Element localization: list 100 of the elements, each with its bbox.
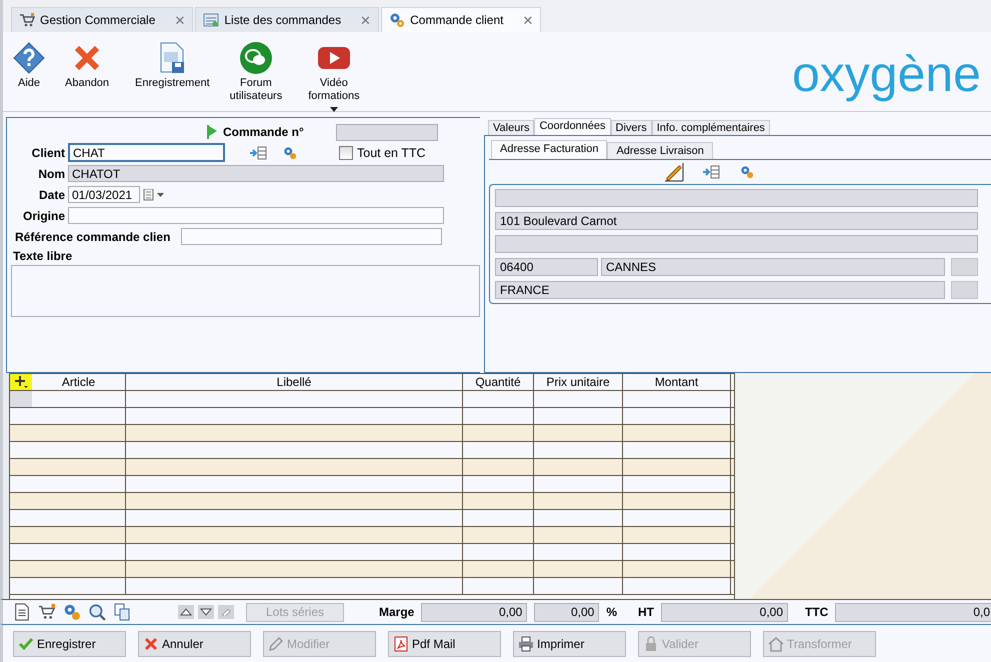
gears-icon[interactable] — [63, 603, 81, 621]
table-row[interactable] — [10, 510, 734, 527]
details-tab[interactable]: Valeurs — [488, 120, 534, 135]
ht-total-field[interactable]: 0,00 — [661, 602, 788, 622]
lock-icon — [643, 636, 659, 652]
city-field[interactable]: CANNES — [601, 258, 945, 276]
name-field[interactable]: CHATOT — [68, 165, 444, 182]
button-label: Enregistrement — [135, 77, 210, 90]
toolbar-button[interactable]: Abandon — [65, 42, 110, 90]
details-tab[interactable]: Coordonnées — [534, 118, 611, 135]
pdf-icon — [393, 636, 409, 652]
document-icon[interactable] — [13, 603, 31, 621]
chat-bubbles-icon — [240, 42, 272, 74]
document-tab[interactable]: Liste des commandes ✕ — [195, 7, 380, 32]
cross-icon — [143, 636, 159, 652]
table-row[interactable] — [10, 408, 734, 425]
button-label: Vidéo — [320, 77, 348, 90]
close-icon[interactable]: ✕ — [174, 12, 186, 28]
table-row[interactable] — [10, 391, 734, 408]
close-icon[interactable]: ✕ — [522, 12, 534, 28]
address-field[interactable] — [495, 189, 978, 207]
ttc-label: TTC — [805, 605, 828, 619]
postcode-field[interactable]: 06400 — [495, 258, 598, 276]
logo: oxygène — [792, 46, 981, 102]
percent-sign: % — [606, 605, 618, 619]
date-field[interactable]: 01/03/2021 — [68, 186, 140, 203]
column-header[interactable]: Article — [32, 374, 126, 390]
calendar-dropdown-icon[interactable] — [143, 188, 165, 200]
table-row[interactable] — [10, 476, 734, 493]
document-tab[interactable]: Gestion Commerciale ✕ — [11, 7, 194, 32]
toolbar-button[interactable]: Vidéo formations — [308, 42, 360, 112]
country-field[interactable]: FRANCE — [495, 281, 945, 299]
action-button[interactable]: Imprimer — [513, 630, 626, 656]
list-icon — [203, 12, 220, 28]
address-tab[interactable]: Adresse Livraison — [607, 142, 713, 159]
move-up-button[interactable] — [178, 605, 194, 619]
checkbox[interactable] — [339, 146, 353, 160]
address-field[interactable] — [495, 235, 978, 253]
column-header[interactable]: Prix unitaire — [534, 374, 623, 390]
action-button[interactable]: Pdf Mail — [388, 630, 501, 656]
ttc-total-field[interactable]: 0,0 — [835, 602, 991, 622]
button-label: formations — [308, 90, 360, 103]
tab-label: Liste des commandes — [224, 13, 342, 27]
margin-field[interactable]: 0,00 — [421, 602, 528, 622]
table-row[interactable] — [10, 459, 734, 476]
column-header[interactable]: Libellé — [126, 374, 463, 390]
details-tab[interactable]: Divers — [610, 120, 652, 135]
eraser-button[interactable] — [218, 605, 234, 619]
table-row[interactable] — [10, 561, 734, 578]
button-label: utilisateurs — [230, 90, 282, 103]
table-row[interactable] — [10, 527, 734, 544]
list-arrow-icon[interactable] — [702, 165, 720, 179]
table-row[interactable] — [10, 544, 734, 561]
column-header[interactable]: Montant — [623, 374, 731, 390]
toolbar-button[interactable]: Aide — [13, 42, 45, 90]
document-tab[interactable]: Commande client ✕ — [381, 7, 542, 32]
list-arrow-icon[interactable] — [249, 146, 267, 160]
down-triangle-icon — [200, 608, 212, 616]
button-label: Aide — [18, 77, 40, 90]
add-row-button[interactable] — [10, 374, 32, 390]
printer-icon — [518, 636, 534, 652]
plus-icon — [14, 375, 28, 389]
table-row[interactable] — [10, 425, 734, 442]
column-header[interactable]: Quantité — [463, 374, 534, 390]
order-number-field[interactable] — [336, 124, 438, 140]
order-number-label: Commande n° — [223, 125, 304, 139]
free-text-field[interactable] — [11, 265, 480, 317]
table-row[interactable] — [10, 578, 734, 595]
origin-label: Origine — [22, 208, 66, 222]
margin-percent-field[interactable]: 0,00 — [534, 602, 600, 622]
tab-label: Gestion Commerciale — [40, 13, 156, 27]
margin-label: Marge — [379, 605, 414, 619]
button-label: Abandon — [65, 77, 110, 90]
action-button[interactable]: Annuler — [138, 630, 251, 656]
help-icon — [13, 42, 45, 74]
toolbar-button[interactable]: Enregistrement — [135, 42, 210, 90]
checkbox-label: Tout en TTC — [357, 146, 426, 160]
check-icon — [18, 636, 34, 652]
close-icon[interactable]: ✕ — [360, 12, 372, 28]
origin-field[interactable] — [68, 207, 444, 224]
client-field[interactable]: CHAT — [68, 143, 225, 162]
copy-icon[interactable] — [113, 603, 131, 621]
table-row[interactable] — [10, 493, 734, 510]
free-text-label: Texte libre — [13, 249, 74, 263]
button-label: Forum — [240, 77, 272, 90]
details-tab[interactable]: Info. complémentaires — [652, 120, 770, 135]
table-row[interactable] — [10, 442, 734, 459]
address-tab[interactable]: Adresse Facturation — [491, 140, 608, 159]
toolbar-button[interactable]: Forum utilisateurs — [230, 42, 282, 103]
flag-icon — [207, 125, 217, 139]
magnifier-icon[interactable] — [88, 603, 106, 621]
action-button[interactable]: Enregistrer — [13, 630, 126, 656]
pencil-icon[interactable] — [664, 162, 684, 182]
pencil-icon — [268, 636, 284, 652]
cart-icon[interactable] — [38, 603, 56, 621]
gears-icon — [389, 12, 406, 28]
address-field[interactable]: 101 Boulevard Carnot — [495, 212, 978, 230]
client-label: Client — [30, 146, 66, 160]
move-down-button[interactable] — [198, 605, 214, 619]
reference-field[interactable] — [181, 228, 442, 245]
